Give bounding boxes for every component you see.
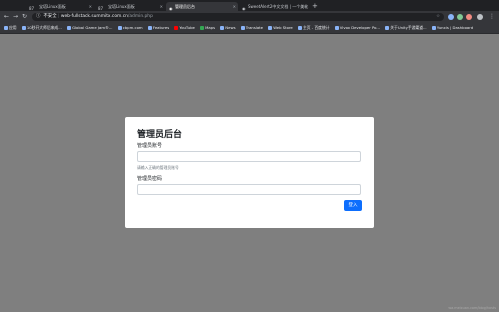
bookmark-icon — [297, 25, 302, 30]
bookmark-label: YouTube — [179, 25, 195, 30]
info-icon[interactable]: ⓘ — [36, 14, 40, 19]
bookmark-item[interactable]: Features — [147, 23, 170, 33]
bookmark-item[interactable]: Translate — [240, 23, 264, 33]
bookmark-label: Features — [152, 25, 170, 30]
tab-title: 管理员后台 — [175, 4, 195, 9]
extension-icon[interactable] — [466, 14, 472, 20]
account-help-text: 请输入正确的管理员账号 — [137, 165, 179, 170]
bookmark-icon — [117, 25, 122, 30]
reload-icon[interactable]: ↻ — [22, 13, 27, 21]
web-store-icon — [268, 25, 273, 30]
bookmark-icon — [334, 25, 339, 30]
tab-title: 宝塔Linux面板 — [39, 4, 66, 9]
extension-icon[interactable] — [448, 14, 454, 20]
tab-baota-2[interactable]: 87 宝塔Linux面板 ✕ — [95, 2, 165, 11]
tab-bar: 87 宝塔Linux面板 ✕ 87 宝塔Linux面板 ✕ ◉ 管理员后台 ✕ … — [0, 0, 499, 18]
watermark: wa.meixuan.com/blog/hosts — [448, 306, 496, 310]
navigation-bar: ← → ↻ ⓘ 不安全 | web-fullstack.summitx.com.c… — [0, 11, 499, 23]
bookmark-label: 主页 - 百度统计 — [302, 25, 330, 30]
bookmark-label: Maps — [205, 25, 216, 30]
bookmark-icon — [431, 25, 436, 30]
bookmark-star-icon[interactable]: ☆ — [436, 13, 440, 21]
maps-icon — [200, 25, 205, 30]
bookmark-label: 应用 — [9, 25, 17, 30]
account-input[interactable] — [137, 151, 361, 162]
address-bar[interactable]: ⓘ 不安全 | web-fullstack.summitx.com.cn/admi… — [32, 13, 444, 21]
tab-favicon-icon: 87 — [98, 6, 104, 11]
admin-login-card: 管理员后台 管理员账号 请输入正确的管理员账号 管理员密码 登入 — [125, 117, 374, 228]
bookmark-icon — [21, 25, 26, 30]
tab-close-icon[interactable]: ✕ — [160, 2, 163, 11]
password-input[interactable] — [137, 184, 361, 195]
menu-kebab-icon[interactable]: ⋮ — [489, 13, 495, 21]
bookmark-item[interactable]: 主页 - 百度统计 — [297, 23, 330, 33]
tab-title: 宝塔Linux面板 — [108, 4, 135, 9]
bookmark-label: News — [225, 25, 236, 30]
bookmark-label: cbpm.com — [122, 25, 143, 30]
page-title: 管理员后台 — [137, 130, 183, 140]
bookmark-label: Global Game Jam®... — [72, 25, 113, 30]
bookmark-item[interactable]: Vivox Developer Po... — [334, 23, 381, 33]
youtube-icon — [174, 25, 179, 30]
tab-baota-1[interactable]: 87 宝塔Linux面板 ✕ — [26, 2, 94, 11]
apps-icon — [4, 25, 8, 30]
tab-admin[interactable]: ◉ 管理员后台 ✕ — [166, 2, 238, 11]
url-host: web-fullstack.summitx.com.cn — [60, 14, 128, 19]
bookmark-label: Translate — [245, 25, 264, 30]
bookmark-icon — [67, 25, 72, 30]
bookmark-icon — [147, 25, 152, 30]
globe-icon: ◉ — [242, 6, 246, 11]
bookmark-item[interactable]: Web Store — [268, 23, 293, 33]
tab-sweetalert[interactable]: ◉ SweetAlert2中文文档 | 一个美化 ✕ — [239, 2, 309, 11]
bookmark-item[interactable]: 关于Unity手游渠道... — [385, 23, 427, 33]
bookmark-item[interactable]: cbpm.com — [117, 23, 143, 33]
bookmark-label: Vivox Developer Po... — [339, 25, 381, 30]
tab-close-icon[interactable]: ✕ — [233, 2, 236, 11]
security-status: 不安全 — [43, 14, 57, 19]
globe-icon: ◉ — [169, 6, 173, 11]
bookmark-item[interactable]: Global Game Jam®... — [67, 23, 112, 33]
extension-icon[interactable] — [457, 14, 463, 20]
back-arrow-icon[interactable]: ← — [4, 13, 9, 21]
login-button[interactable]: 登入 — [344, 200, 362, 211]
bookmark-icon — [385, 25, 390, 30]
bookmark-item[interactable]: 10秒开大师后来成... — [21, 23, 62, 33]
bookmark-label: Yunxis | Dashboard — [436, 25, 474, 30]
tab-title: SweetAlert2中文文档 | 一个美化 — [248, 4, 309, 9]
tab-close-icon[interactable]: ✕ — [304, 2, 307, 11]
translate-icon — [240, 25, 245, 30]
news-icon — [220, 25, 225, 30]
account-label: 管理员账号 — [137, 143, 163, 149]
bookmarks-bar: 应用 10秒开大师后来成... Global Game Jam®... cbpm… — [0, 23, 499, 34]
bookmark-item[interactable]: 应用 — [4, 23, 17, 33]
bookmark-label: Web Store — [273, 25, 293, 30]
bookmark-item[interactable]: Yunxis | Dashboard — [431, 23, 474, 33]
password-label: 管理员密码 — [137, 176, 163, 182]
bookmark-item[interactable]: Maps — [200, 23, 215, 33]
tab-close-icon[interactable]: ✕ — [89, 2, 92, 11]
bookmark-label: 关于Unity手游渠道... — [390, 25, 427, 30]
bookmark-item[interactable]: YouTube — [174, 23, 195, 33]
tab-favicon-icon: 87 — [29, 6, 35, 11]
url-path: /admin.php — [127, 14, 153, 19]
profile-avatar[interactable] — [477, 14, 483, 20]
forward-arrow-icon[interactable]: → — [13, 13, 18, 21]
bookmark-label: 10秒开大师后来成... — [26, 25, 62, 30]
bookmark-item[interactable]: News — [220, 23, 236, 33]
new-tab-button[interactable]: + — [312, 2, 318, 11]
